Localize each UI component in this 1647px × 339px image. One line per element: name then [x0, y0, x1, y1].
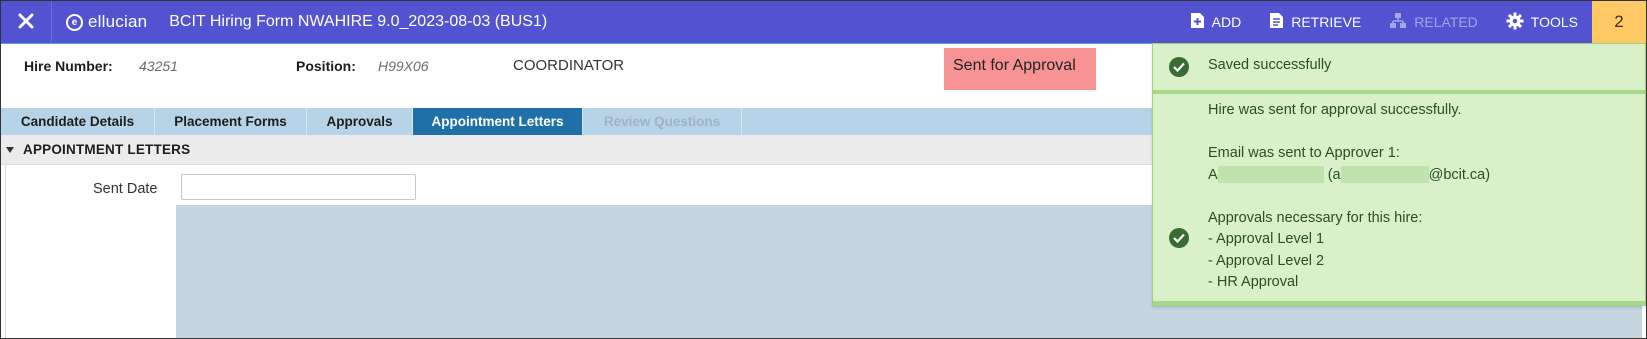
notification-count-badge[interactable]: 2 [1592, 1, 1646, 43]
position-label: Position: [296, 58, 356, 74]
brand-name: ellucian [88, 12, 148, 31]
approver-email-open: (a [1327, 166, 1341, 183]
gear-icon [1506, 12, 1531, 33]
approval-message: Hire was sent for approval successfully.… [1208, 100, 1490, 294]
notification-saved[interactable]: Saved successfully [1153, 44, 1645, 90]
message-line: Hire was sent for approval successfully. [1208, 102, 1462, 118]
check-circle-icon [1169, 57, 1189, 77]
redacted-email [1340, 166, 1429, 184]
redacted-name [1217, 166, 1324, 184]
toolbar: ADD RETRIEVE RELATED TOOLS 2 [1176, 1, 1646, 43]
sent-date-label: Sent Date [93, 181, 158, 197]
notification-divider [1153, 301, 1645, 305]
tab-appointment-letters[interactable]: Appointment Letters [413, 108, 583, 142]
approver-name-prefix: A [1208, 166, 1218, 183]
check-circle-icon [1169, 228, 1189, 248]
message-line [1208, 122, 1490, 144]
message-line: - HR Approval [1208, 274, 1299, 290]
add-icon [1190, 12, 1212, 32]
message-line: Email was sent to Approver 1: [1208, 145, 1400, 161]
close-button[interactable] [1, 1, 51, 43]
position-value: H99X06 [378, 58, 429, 74]
notification-panel: Saved successfully Hire was sent for app… [1152, 43, 1646, 306]
add-label: ADD [1211, 14, 1242, 30]
ellucian-logo-icon: e [66, 13, 83, 31]
related-button[interactable]: RELATED [1375, 1, 1492, 43]
approver-email-suffix: @bcit.ca) [1428, 166, 1491, 183]
message-line: - Approval Level 1 [1208, 231, 1325, 247]
position-description: COORDINATOR [513, 57, 625, 74]
tab-candidate-details[interactable]: Candidate Details [1, 108, 155, 135]
retrieve-label: RETRIEVE [1291, 14, 1362, 30]
message-line: - Approval Level 2 [1208, 252, 1325, 269]
tab-review-questions[interactable]: Review Questions [583, 108, 742, 135]
retrieve-button[interactable]: RETRIEVE [1255, 1, 1375, 43]
retrieve-icon [1269, 12, 1291, 32]
hire-number-value: 43251 [139, 58, 178, 74]
message-line: Approvals necessary for this hire: [1208, 209, 1423, 226]
related-label: RELATED [1414, 14, 1478, 30]
saved-message: Saved successfully [1208, 57, 1332, 73]
page-title: BCIT Hiring Form NWAHIRE 9.0_2023-08-03 … [169, 13, 548, 30]
top-bar: e ellucian BCIT Hiring Form NWAHIRE 9.0_… [1, 1, 1646, 43]
add-button[interactable]: ADD [1176, 1, 1256, 43]
notification-approval[interactable]: Hire was sent for approval successfully.… [1153, 94, 1645, 303]
collapse-triangle-icon[interactable] [6, 146, 14, 153]
tab-approvals[interactable]: Approvals [307, 108, 413, 135]
tools-label: TOOLS [1530, 14, 1578, 30]
close-icon [18, 13, 34, 32]
status-badge: Sent for Approval [944, 48, 1096, 90]
sent-date-input[interactable] [181, 174, 416, 200]
ellucian-logo[interactable]: e ellucian [51, 1, 147, 43]
approver-line: A (a @bcit.ca) [1208, 165, 1490, 187]
tools-button[interactable]: TOOLS [1492, 1, 1592, 43]
hire-number-label: Hire Number: [24, 58, 113, 74]
tab-placement-forms[interactable]: Placement Forms [155, 108, 307, 135]
message-line [1208, 186, 1490, 208]
app-frame: e ellucian BCIT Hiring Form NWAHIRE 9.0_… [0, 0, 1647, 339]
related-icon [1389, 12, 1414, 32]
section-title: APPOINTMENT LETTERS [23, 142, 191, 157]
